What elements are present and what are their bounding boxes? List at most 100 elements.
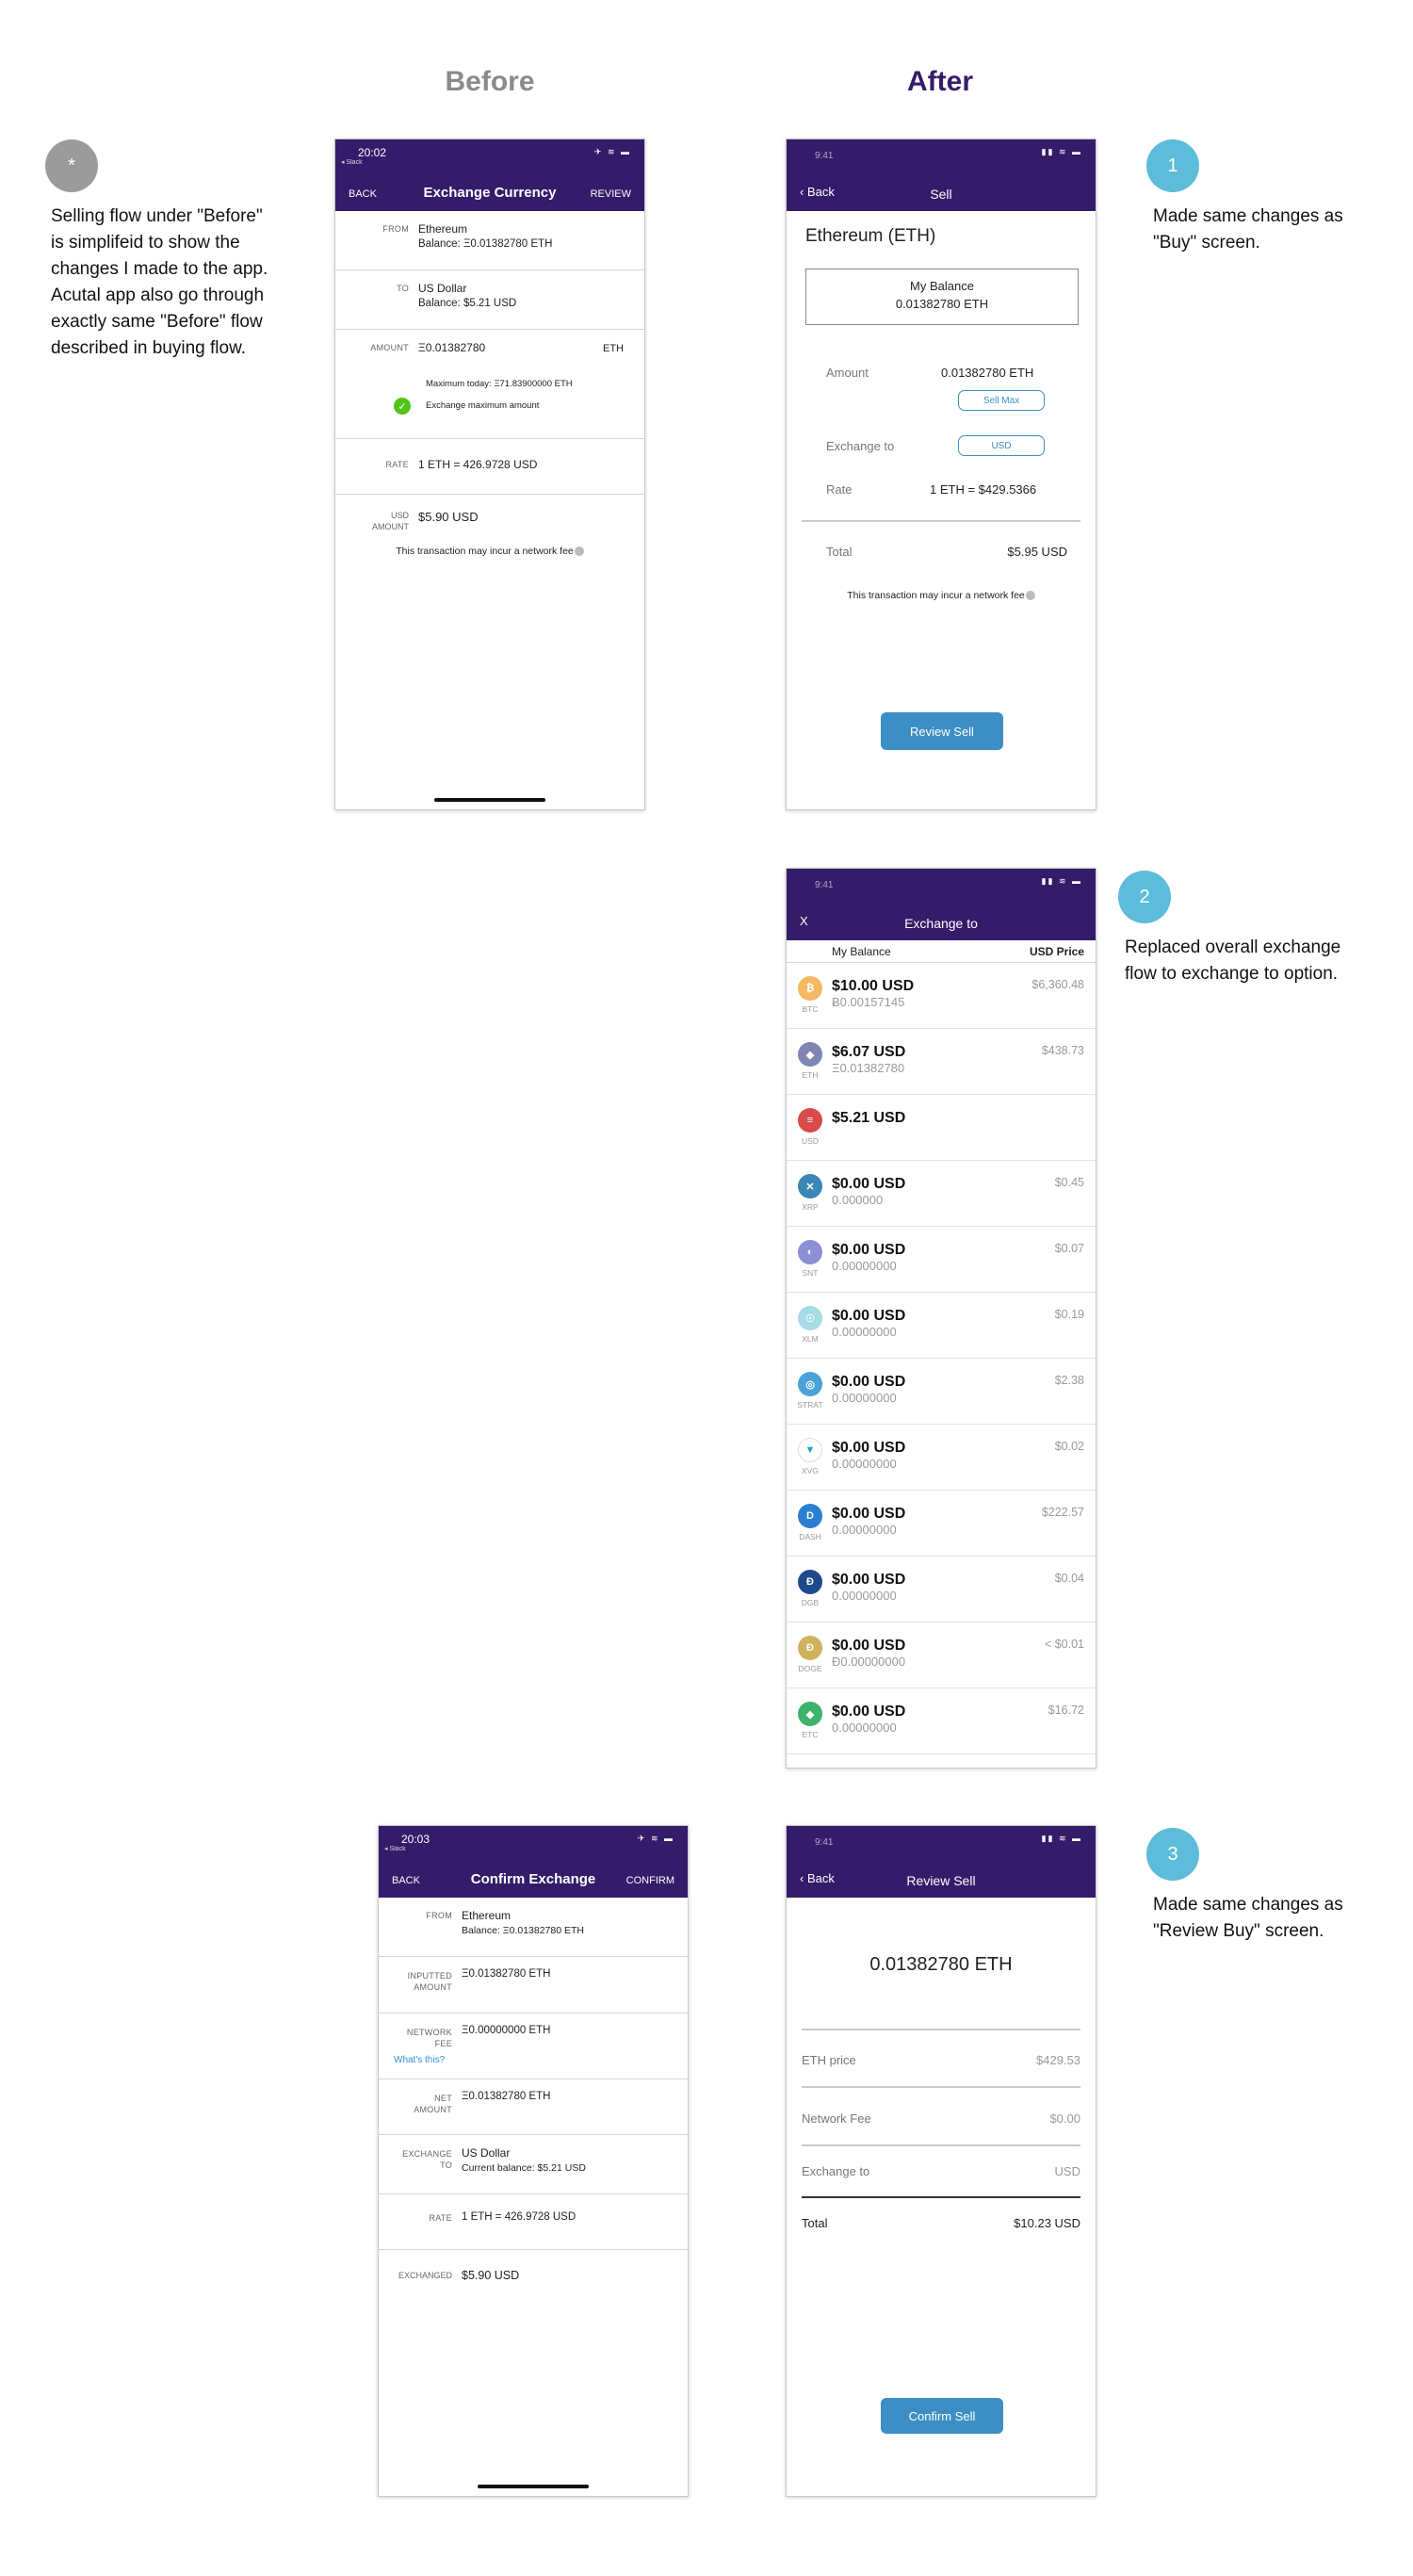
exchanged-row: EXCHANGED $5.90 USD [379,2250,688,2282]
info-icon[interactable] [1025,591,1035,601]
review-sell-button[interactable]: Review Sell [881,712,1003,750]
coin-usd-price: < $0.01 [1044,1638,1084,1651]
whats-this-link[interactable]: What's this? [394,2055,445,2065]
label-line: USD [390,511,409,520]
after-heading: After [906,66,973,97]
label-line: EXCHANGE [402,2149,452,2159]
price-row: ETH price $429.53 [802,2053,1080,2067]
snt-coin-icon: ◐ [798,1240,822,1264]
note-line: Selling flow under "Before" [51,206,263,226]
exchange-to-select[interactable]: USD [958,435,1045,456]
usd-coin-icon: ≡ [798,1108,822,1133]
divider [802,520,1080,522]
divider [802,2196,1080,2198]
coin-usd-balance: $0.00 USD [832,1374,906,1390]
total-row: Total $10.23 USD [802,2216,1080,2230]
amount-label: AMOUNT [370,343,409,352]
amount-label: Amount [826,366,869,380]
note-line: exactly same "Before" flow [51,312,263,332]
note-line: is simplifeid to show the [51,233,240,253]
status-icons: ✈ ≋ ▬ [593,147,631,156]
coin-usd-balance: $0.00 USD [832,1440,906,1456]
note-2-bubble: 2 [1118,871,1171,923]
xlm-coin-icon: ☉ [798,1306,822,1330]
note-line: "Review Buy" screen. [1153,1921,1324,1941]
fee-label: Network Fee [802,2111,871,2126]
app-header: 9:41 ▮▮ ≋ ▬ ‹ Back Review Sell [787,1826,1096,1898]
inputted-value: Ξ0.01382780 ETH [462,1968,551,1980]
exchange-to-name: US Dollar [462,2146,511,2160]
coin-balance: 0.00000000 [832,1259,897,1273]
label-line: NETWORK [406,2028,452,2037]
balance-box: My Balance 0.01382780 ETH [805,269,1079,325]
coin-usd-price: $0.02 [1054,1440,1084,1453]
coin-row-strat[interactable]: ◎ STRAT $0.00 USD 0.00000000 $2.38 [787,1359,1096,1425]
coin-ticker: ETH [802,1070,819,1080]
coin-row-xlm[interactable]: ☉ XLM $0.00 USD 0.00000000 $0.19 [787,1293,1096,1359]
rate-label: RATE [385,460,409,469]
sell-max-button[interactable]: Sell Max [958,390,1045,411]
inputted-row: INPUTTED AMOUNT Ξ0.01382780 ETH [379,1957,688,2014]
col-price: USD Price [1029,945,1084,958]
from-row[interactable]: FROM Ethereum Balance: Ξ0.01382780 ETH [335,211,644,270]
xvg-coin-icon: ▼ [798,1438,822,1462]
coin-usd-price: $0.07 [1054,1242,1084,1255]
coin-usd-balance: $5.21 USD [832,1110,906,1126]
rate-row: RATE 1 ETH = 426.9728 USD [335,439,644,495]
check-icon[interactable]: ✓ [394,398,411,415]
fee-row: Network Fee $0.00 [802,2111,1080,2126]
coin-usd-price: $438.73 [1041,1044,1084,1057]
coin-list: ₿ BTC $10.00 USD Ƀ0.00157145 $6,360.48 ◆ ETH $6… [787,963,1096,1754]
fee-note: This transaction may incur a network fee [787,590,1096,601]
amount-input[interactable]: 0.01382780 ETH [941,366,1033,380]
app-header: 20:02 ◂ Slack ✈ ≋ ▬ BACK Exchange Curren… [335,139,644,211]
note-1-bubble: 1 [1146,139,1199,192]
total-value: $10.23 USD [1014,2216,1080,2230]
confirm-sell-button[interactable]: Confirm Sell [881,2398,1003,2434]
dash-coin-icon: D [798,1504,822,1528]
coin-ticker: DASH [799,1532,821,1541]
note-line: Made same changes as [1153,206,1343,226]
total-label: Total [826,545,853,559]
coin-row-xvg[interactable]: ▼ XVG $0.00 USD 0.00000000 $0.02 [787,1425,1096,1491]
after-sell-screen: 9:41 ▮▮ ≋ ▬ ‹ Back Sell Ethereum (ETH) M… [786,139,1096,810]
coin-balance: Ξ0.01382780 [832,1061,905,1075]
coin-row-doge[interactable]: Ð DOGE $0.00 USD Ð0.00000000 < $0.01 [787,1622,1096,1688]
before-confirm-screen: 20:03 ◂ Slack ✈ ≋ ▬ BACK Confirm Exchang… [378,1825,689,2497]
coin-row-xrp[interactable]: ✕ XRP $0.00 USD 0.000000 $0.45 [787,1161,1096,1227]
coin-ticker: USD [802,1136,819,1146]
coin-ticker: SNT [802,1268,819,1278]
coin-usd-price: $2.38 [1054,1374,1084,1387]
confirm-button[interactable]: CONFIRM [626,1875,674,1886]
col-balance: My Balance [832,945,891,958]
note-line: "Buy" screen. [1153,233,1260,253]
exchange-max-text[interactable]: Exchange maximum amount [426,400,539,411]
coin-row-usd[interactable]: ≡ USD $5.21 USD [787,1095,1096,1161]
fee-value: Ξ0.00000000 ETH [462,2025,551,2036]
coin-row-etc[interactable]: ◆ ETC $0.00 USD 0.00000000 $16.72 [787,1688,1096,1754]
info-icon[interactable] [574,546,584,557]
note-3-text: Made same changes as "Review Buy" screen… [1153,1892,1398,1945]
coin-row-dgb[interactable]: Đ DGB $0.00 USD 0.00000000 $0.04 [787,1557,1096,1622]
eth-coin-icon: ◆ [798,1042,822,1067]
coin-row-snt[interactable]: ◐ SNT $0.00 USD 0.00000000 $0.07 [787,1227,1096,1293]
dgb-coin-icon: Đ [798,1570,822,1594]
coin-ticker: DOGE [798,1664,822,1673]
coin-balance: 0.00000000 [832,1523,897,1537]
fee-value: $0.00 [1049,2111,1080,2126]
status-back-app: ◂ Slack [384,1846,406,1852]
coin-usd-balance: $0.00 USD [832,1506,906,1522]
coin-row-eth[interactable]: ◆ ETH $6.07 USD Ξ0.01382780 $438.73 [787,1029,1096,1095]
coin-row-dash[interactable]: D DASH $0.00 USD 0.00000000 $222.57 [787,1491,1096,1557]
review-button[interactable]: REVIEW [591,188,631,200]
coin-usd-price: $6,360.48 [1031,978,1084,991]
to-row[interactable]: TO US Dollar Balance: $5.21 USD [335,270,644,330]
coin-balance: 0.00000000 [832,1720,897,1735]
coin-row-btc[interactable]: ₿ BTC $10.00 USD Ƀ0.00157145 $6,360.48 [787,963,1096,1029]
app-header: 20:03 ◂ Slack ✈ ≋ ▬ BACK Confirm Exchang… [379,1826,688,1898]
fee-note: This transaction may incur a network fee [335,546,644,557]
to-balance: Balance: $5.21 USD [418,298,517,309]
coin-balance: 0.00000000 [832,1391,897,1405]
status-icons: ▮▮ ≋ ▬ [1041,147,1082,156]
coin-usd-balance: $6.07 USD [832,1044,906,1060]
